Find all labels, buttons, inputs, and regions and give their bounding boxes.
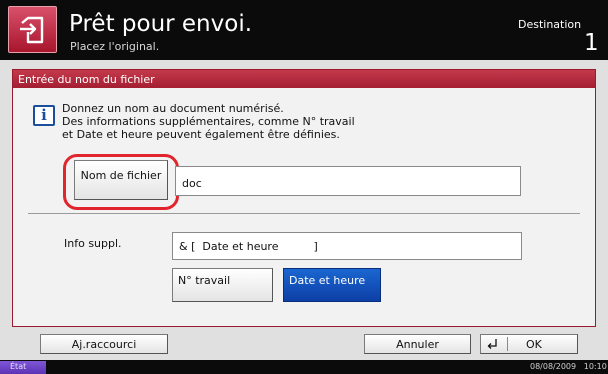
ok-separator bbox=[507, 337, 508, 351]
divider bbox=[28, 213, 580, 214]
status-button[interactable]: État bbox=[0, 361, 46, 374]
info-suppl-label: Info suppl. bbox=[64, 237, 122, 250]
ok-button[interactable]: OK bbox=[480, 334, 578, 354]
info-icon: i bbox=[33, 105, 55, 126]
add-shortcut-button[interactable]: Aj.raccourci bbox=[40, 334, 168, 354]
send-function-button[interactable] bbox=[8, 6, 57, 53]
cancel-button[interactable]: Annuler bbox=[364, 334, 471, 354]
page-subtitle: Placez l'original. bbox=[70, 40, 160, 53]
status-bar bbox=[0, 360, 608, 374]
scanner-send-icon bbox=[20, 16, 44, 44]
highlight-circle bbox=[63, 154, 179, 210]
clock: 08/08/2009 10:10 bbox=[530, 362, 607, 371]
info-suppl-field[interactable]: & [ Date et heure ] bbox=[172, 232, 522, 260]
page-title: Prêt pour envoi. bbox=[69, 11, 253, 37]
info-text-line: et Date et heure peuvent également être … bbox=[62, 128, 340, 141]
destination-label: Destination bbox=[518, 18, 582, 31]
info-text-line: Donnez un nom au document numérisé. bbox=[62, 102, 284, 115]
ok-label: OK bbox=[526, 338, 542, 351]
destination-count: 1 bbox=[584, 30, 599, 56]
info-text-line: Des informations supplémentaires, comme … bbox=[62, 115, 355, 128]
filename-field[interactable]: doc bbox=[175, 166, 521, 196]
date-time-button[interactable]: Date et heure bbox=[283, 268, 381, 302]
enter-return-icon bbox=[487, 339, 497, 349]
job-number-button[interactable]: N° travail bbox=[172, 268, 273, 302]
section-title: Entrée du nom du fichier bbox=[18, 73, 155, 86]
